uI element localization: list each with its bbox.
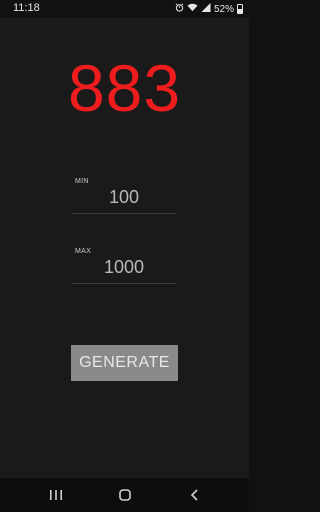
wifi-icon [187, 3, 198, 15]
recents-icon[interactable] [46, 486, 66, 504]
navigation-bar [0, 478, 249, 512]
status-bar: 11:18 52% [0, 0, 249, 18]
signal-icon [201, 3, 211, 15]
max-label: MAX [75, 248, 92, 255]
generate-button[interactable]: GENERATE [71, 345, 178, 381]
max-input[interactable]: 1000 [72, 257, 176, 278]
max-underline [72, 283, 176, 284]
min-label: MIN [75, 178, 89, 185]
battery-icon [237, 4, 243, 14]
back-icon[interactable] [185, 486, 205, 504]
min-input[interactable]: 100 [72, 187, 176, 208]
status-icons: 52% [175, 2, 243, 16]
random-number-result: 883 [67, 51, 182, 125]
battery-percent: 52% [213, 3, 234, 15]
min-underline [72, 213, 176, 214]
alarm-icon [175, 3, 184, 15]
status-time: 11:18 [13, 2, 40, 14]
home-icon[interactable] [115, 486, 135, 504]
app-screen: 11:18 52% 883 MIN 100 MAX 1000 GENERATE [0, 0, 249, 512]
